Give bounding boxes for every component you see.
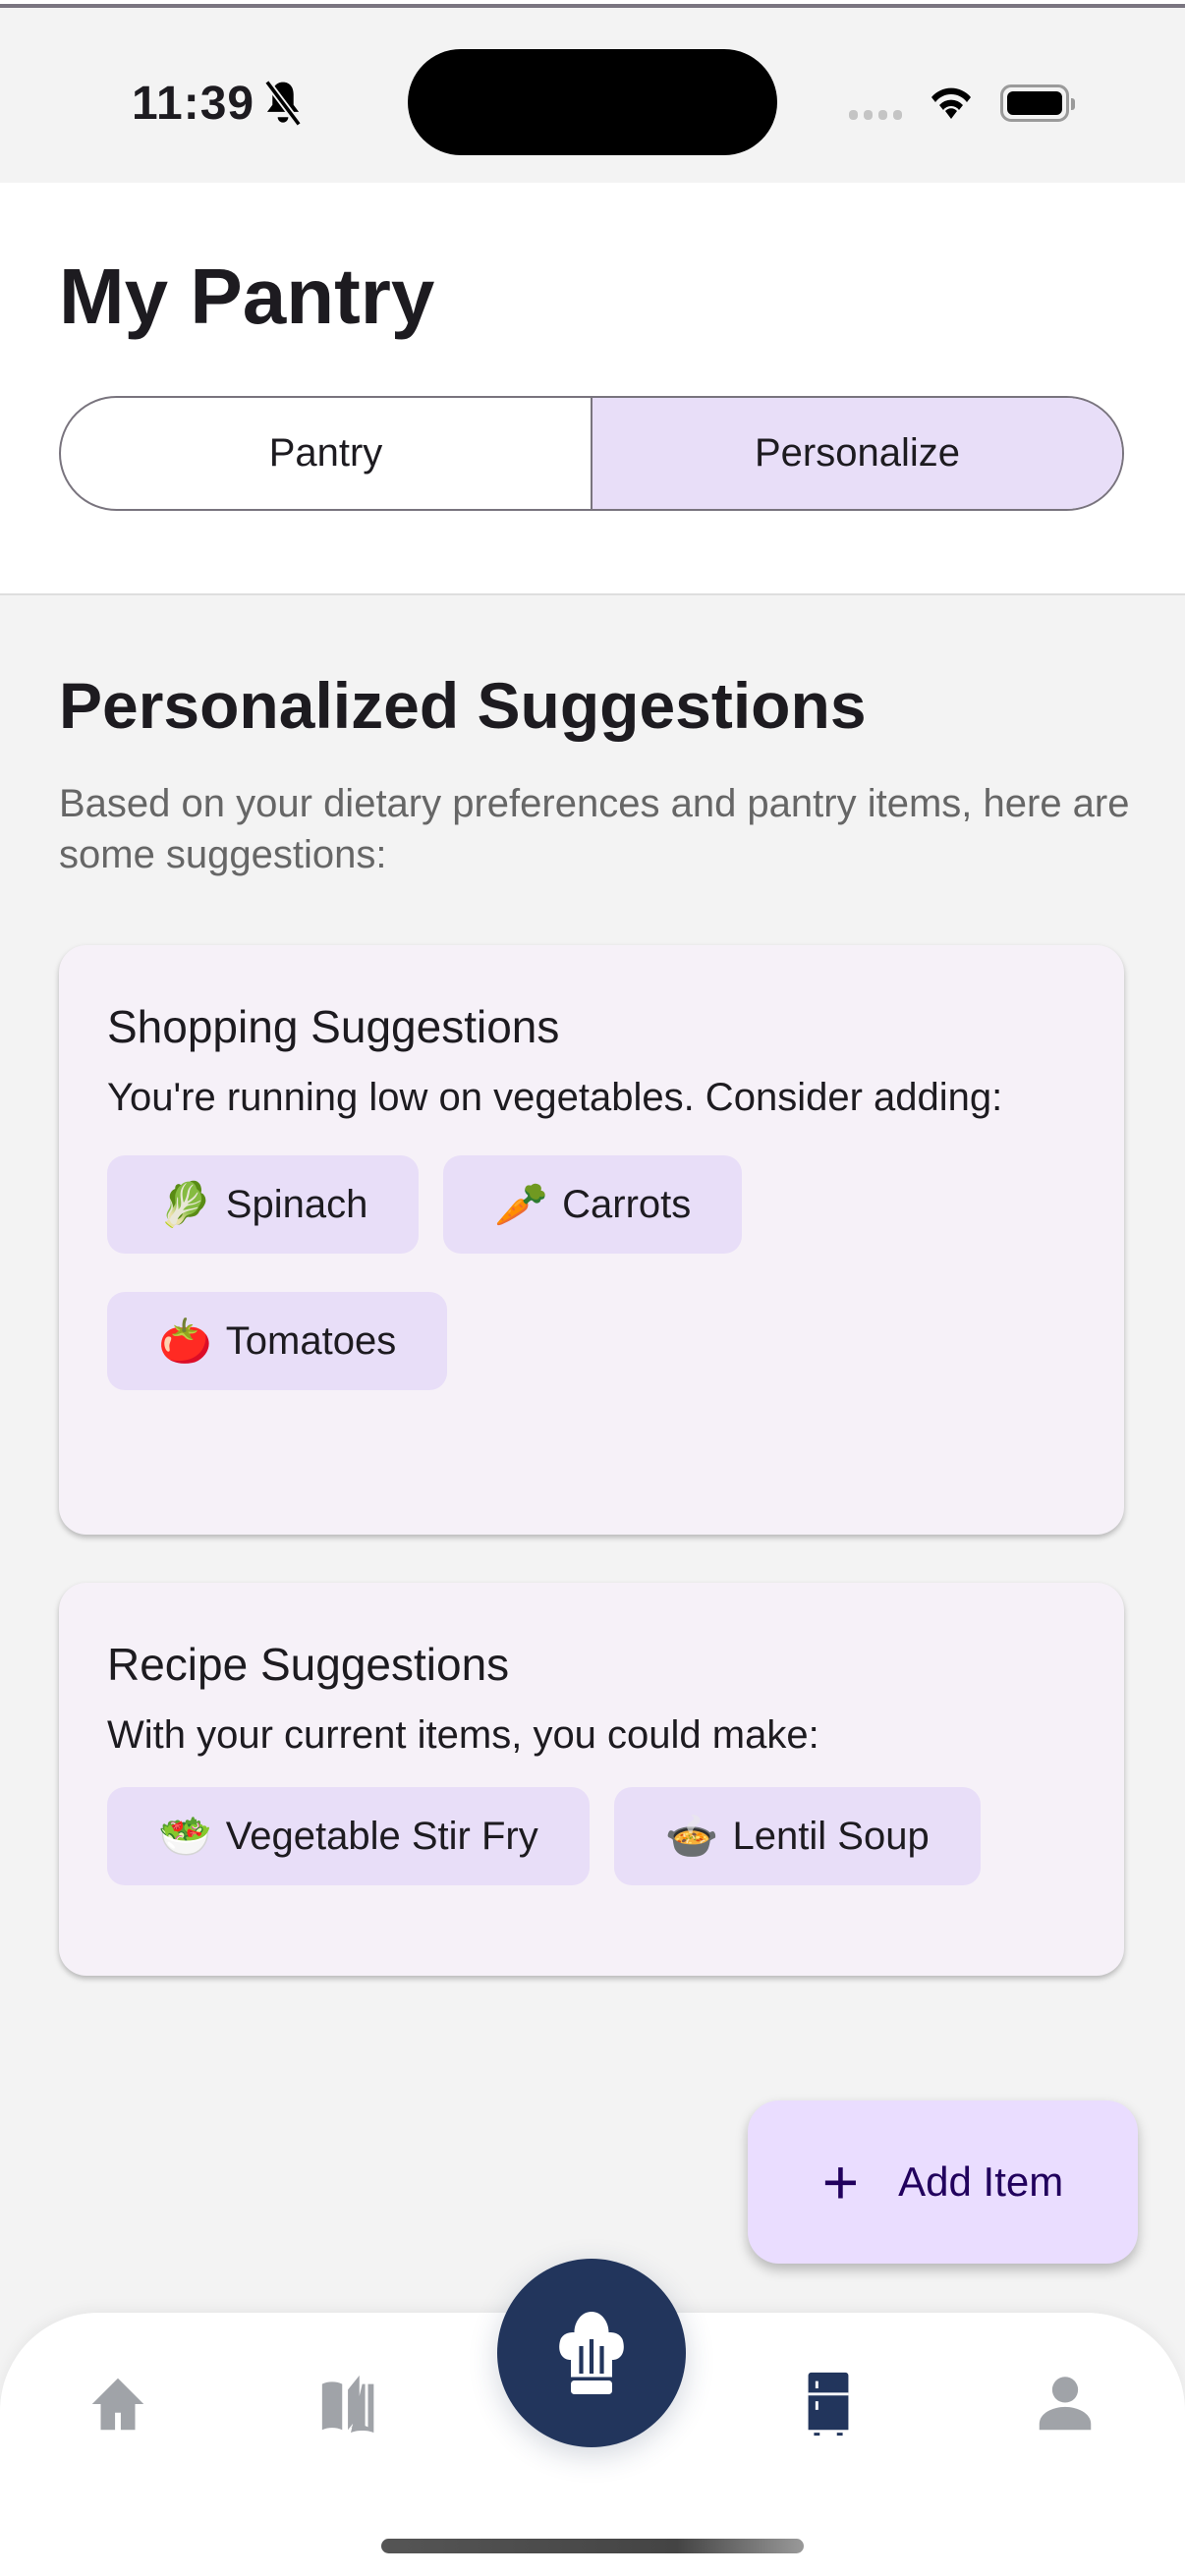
spinach-icon: 🥬 [158, 1181, 212, 1229]
chef-hat-icon [559, 2312, 624, 2394]
chip-label: Tomatoes [225, 1318, 397, 1363]
card-title: Shopping Suggestions [107, 1001, 560, 1052]
home-indicator[interactable] [381, 2539, 804, 2553]
person-icon[interactable] [1031, 2368, 1100, 2440]
card-text: With your current items, you could make: [107, 1713, 819, 1757]
section-title: Personalized Suggestions [59, 669, 867, 742]
shopping-suggestions-card: Shopping Suggestions You're running low … [59, 945, 1124, 1535]
status-time: 11:39 [132, 78, 255, 130]
bell-muted-icon [264, 80, 302, 127]
chip-label: Vegetable Stir Fry [225, 1814, 538, 1858]
book-icon[interactable] [316, 2368, 385, 2440]
chip-vegetable-stir-fry[interactable]: 🥗 Vegetable Stir Fry [107, 1787, 590, 1885]
dynamic-island [408, 49, 777, 155]
top-edge [0, 0, 1185, 8]
fridge-icon[interactable] [794, 2368, 863, 2440]
chef-button[interactable] [497, 2259, 686, 2447]
add-item-label: Add Item [898, 2158, 1064, 2205]
soup-icon: 🍲 [664, 1813, 719, 1861]
chip-label: Spinach [225, 1182, 368, 1226]
segmented-control: Pantry Personalize [59, 396, 1124, 511]
chip-label: Lentil Soup [732, 1814, 930, 1858]
header: My Pantry Pantry Personalize [0, 183, 1185, 595]
card-title: Recipe Suggestions [107, 1639, 510, 1690]
chip-tomatoes[interactable]: 🍅 Tomatoes [107, 1292, 448, 1390]
status-bar: 11:39 [0, 8, 1185, 183]
recipe-suggestions-card: Recipe Suggestions With your current ite… [59, 1583, 1124, 1976]
card-text: You're running low on vegetables. Consid… [107, 1076, 1003, 1119]
tomato-icon: 🍅 [158, 1317, 212, 1366]
chip-carrots[interactable]: 🥕 Carrots [443, 1155, 743, 1254]
plus-icon: + [821, 2147, 860, 2217]
battery-icon [1000, 84, 1075, 122]
chip-spinach[interactable]: 🥬 Spinach [107, 1155, 420, 1254]
cellular-signal-icon [849, 110, 902, 120]
section-subtitle: Based on your dietary preferences and pa… [59, 782, 1130, 876]
home-icon[interactable] [84, 2368, 152, 2440]
page-title: My Pantry [59, 252, 435, 340]
chip-lentil-soup[interactable]: 🍲 Lentil Soup [613, 1787, 981, 1885]
carrot-icon: 🥕 [494, 1181, 549, 1229]
tab-pantry[interactable]: Pantry [61, 398, 591, 509]
salad-icon: 🥗 [158, 1813, 212, 1861]
chip-label: Carrots [562, 1182, 692, 1226]
add-item-button[interactable]: + Add Item [748, 2100, 1138, 2264]
tab-personalize[interactable]: Personalize [591, 398, 1122, 509]
wifi-icon [931, 87, 971, 119]
